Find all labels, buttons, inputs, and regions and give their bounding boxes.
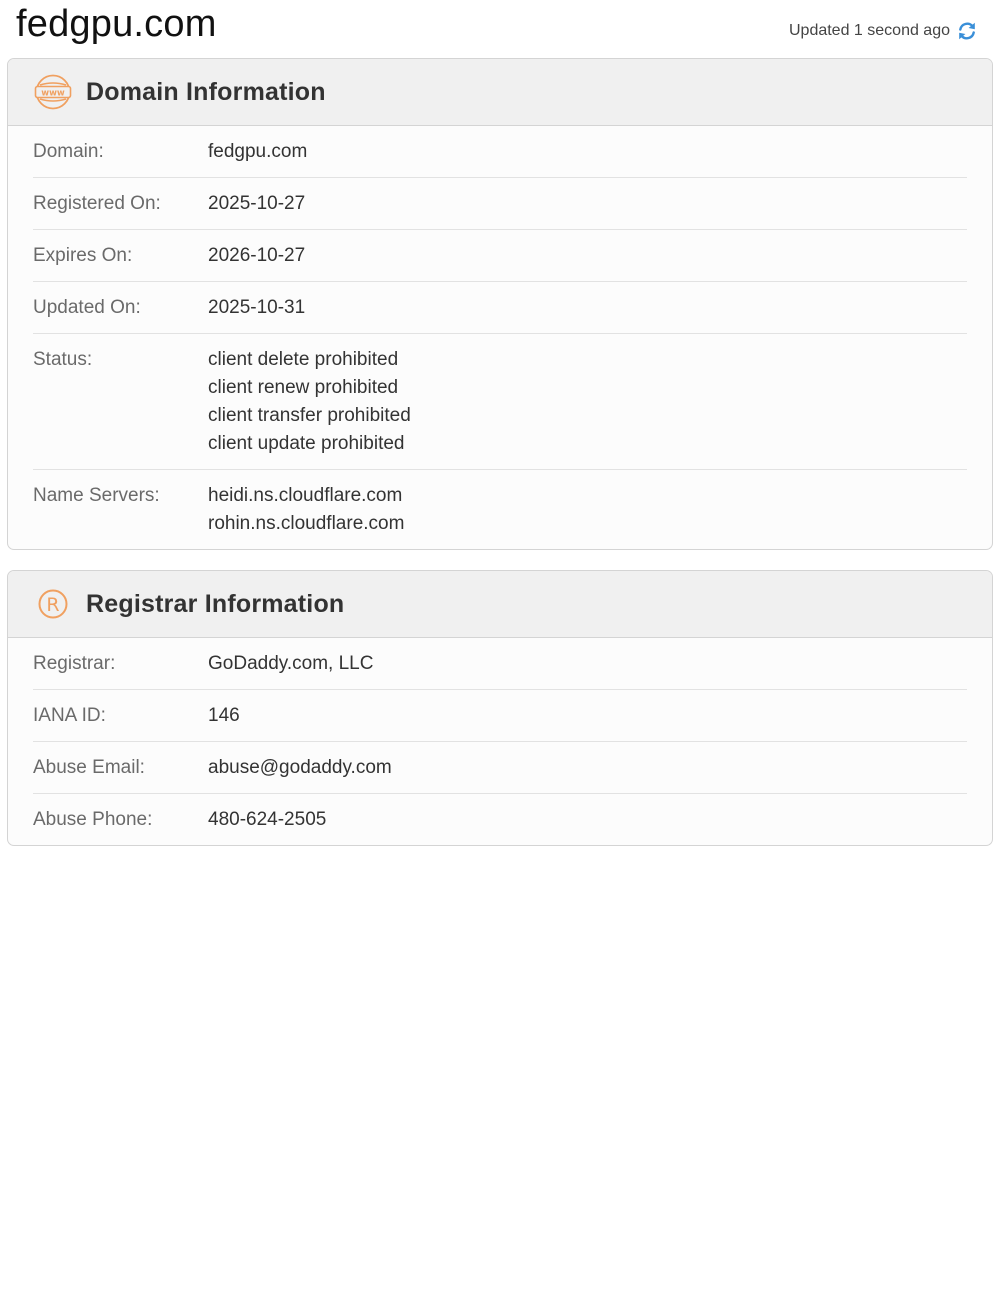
www-icon: www [34, 73, 72, 111]
iana-id-label: IANA ID: [33, 705, 106, 726]
registrar-label: Registrar: [33, 653, 116, 674]
status-value: client update prohibited [208, 433, 405, 454]
registrar-value: GoDaddy.com, LLC [208, 653, 374, 674]
expires-on-label: Expires On: [33, 245, 133, 266]
status-label: Status: [33, 349, 93, 370]
domain-information-card: www Domain Information Domain: fedgpu.co… [7, 58, 993, 550]
abuse-email-label: Abuse Email: [33, 757, 145, 778]
abuse-phone-row: Abuse Phone: 480-624-2505 [33, 794, 967, 845]
svg-text:R: R [46, 594, 59, 616]
refresh-icon[interactable] [956, 20, 978, 42]
registered-on-value: 2025-10-27 [208, 193, 306, 214]
registered-on-row: Registered On: 2025-10-27 [33, 178, 967, 230]
registrar-information-card: R Registrar Information Registrar: GoDad… [7, 570, 993, 846]
status-value: client renew prohibited [208, 377, 399, 398]
status-value: client delete prohibited [208, 349, 399, 370]
last-updated: Updated 1 second ago [789, 20, 978, 42]
page-title: fedgpu.com [16, 3, 217, 45]
registered-on-label: Registered On: [33, 193, 161, 214]
updated-on-label: Updated On: [33, 297, 141, 318]
domain-value: fedgpu.com [208, 141, 308, 162]
updated-on-value: 2025-10-31 [208, 297, 306, 318]
registrar-card-header: R Registrar Information [8, 571, 992, 638]
abuse-email-value: abuse@godaddy.com [208, 757, 392, 778]
svg-text:www: www [41, 88, 65, 98]
domain-info-rows: Domain: fedgpu.com Registered On: 2025-1… [8, 126, 992, 549]
abuse-phone-label: Abuse Phone: [33, 809, 153, 830]
iana-id-value: 146 [208, 705, 240, 726]
name-servers-values: heidi.ns.cloudflare.com rohin.ns.cloudfl… [208, 482, 404, 538]
abuse-email-row: Abuse Email: abuse@godaddy.com [33, 742, 967, 794]
status-row: Status: client delete prohibited client … [33, 334, 967, 470]
updated-on-row: Updated On: 2025-10-31 [33, 282, 967, 334]
status-value: client transfer prohibited [208, 405, 411, 426]
registered-trademark-icon: R [34, 585, 72, 623]
registrar-card-title: Registrar Information [86, 589, 345, 618]
domain-label: Domain: [33, 141, 104, 162]
name-servers-row: Name Servers: heidi.ns.cloudflare.com ro… [33, 470, 967, 549]
updated-text: Updated 1 second ago [788, 22, 950, 39]
registrar-info-rows: Registrar: GoDaddy.com, LLC IANA ID: 146… [8, 638, 992, 845]
page-header: fedgpu.com Updated 1 second ago [0, 0, 1000, 58]
name-server-value: heidi.ns.cloudflare.com [208, 485, 403, 506]
expires-on-value: 2026-10-27 [208, 245, 306, 266]
iana-id-row: IANA ID: 146 [33, 690, 967, 742]
domain-row: Domain: fedgpu.com [33, 126, 967, 178]
domain-card-header: www Domain Information [8, 59, 992, 126]
name-servers-label: Name Servers: [33, 485, 160, 506]
abuse-phone-value: 480-624-2505 [208, 809, 327, 830]
status-values: client delete prohibited client renew pr… [208, 346, 411, 458]
domain-card-title: Domain Information [86, 77, 326, 106]
registrar-row: Registrar: GoDaddy.com, LLC [33, 638, 967, 690]
expires-on-row: Expires On: 2026-10-27 [33, 230, 967, 282]
name-server-value: rohin.ns.cloudflare.com [208, 513, 405, 534]
